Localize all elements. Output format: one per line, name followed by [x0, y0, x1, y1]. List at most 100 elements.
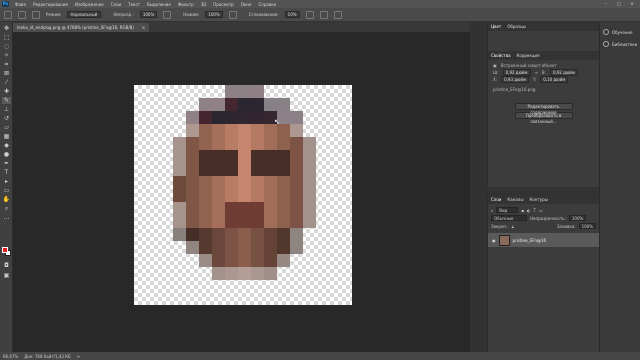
menu-item-edit[interactable]: Редактирование	[33, 2, 68, 7]
photoshop-logo-icon: Ps	[2, 1, 9, 7]
face-pixel	[199, 150, 212, 163]
brush-settings-icon[interactable]	[32, 10, 40, 19]
filter-type-icon[interactable]: T	[533, 208, 535, 213]
tab-color[interactable]: Цвет	[491, 24, 501, 29]
healing-brush-tool-icon[interactable]: ✚	[2, 88, 11, 95]
screen-mode-icon[interactable]: ▣	[2, 272, 11, 279]
foreground-color-swatch[interactable]	[2, 247, 8, 253]
visibility-eye-icon[interactable]: ◉	[492, 238, 496, 243]
lock-icon[interactable]: 🔒︎	[512, 224, 514, 229]
learn-panel-button[interactable]: Обучение	[600, 26, 640, 38]
eraser-tool-icon[interactable]: ▱	[2, 124, 11, 131]
tab-layers[interactable]: Слои	[491, 197, 501, 202]
gear-icon[interactable]	[305, 10, 314, 19]
tab-swatches[interactable]: Образцы	[507, 24, 526, 29]
face-pixel	[264, 176, 277, 189]
document-canvas[interactable]	[134, 85, 352, 305]
close-tab-icon[interactable]: ×	[142, 23, 145, 32]
face-pixel	[277, 176, 290, 189]
angle-icon[interactable]	[319, 10, 328, 19]
menu-item-image[interactable]: Изображение	[75, 2, 104, 7]
height-field[interactable]: 0,92 дюйм	[550, 69, 578, 76]
smoothing-field[interactable]: 10%	[284, 11, 300, 18]
frame-tool-icon[interactable]: ⊠	[2, 70, 11, 77]
zoom-level[interactable]: 66,67%	[3, 354, 18, 359]
tab-properties[interactable]: Свойства	[491, 53, 511, 58]
move-tool-icon[interactable]: ✥	[2, 25, 11, 32]
eyedropper-tool-icon[interactable]: ⁄	[2, 79, 11, 86]
face-pixel	[264, 163, 277, 176]
symmetry-icon[interactable]	[333, 10, 342, 19]
maximize-icon[interactable]: □	[613, 0, 625, 8]
magic-wand-tool-icon[interactable]: ✧	[2, 52, 11, 59]
clone-stamp-tool-icon[interactable]: ⊥	[2, 106, 11, 113]
menu-item-help[interactable]: Справка	[258, 2, 276, 7]
more-tools-icon[interactable]: …	[2, 214, 11, 221]
face-pixel	[225, 176, 238, 189]
quick-mask-icon[interactable]: ◘	[2, 262, 11, 269]
face-pixel	[290, 176, 303, 189]
minimize-icon[interactable]: –	[600, 0, 612, 8]
layer-row[interactable]: ◉ pristine_SFn@16	[488, 233, 599, 247]
filter-shape-icon[interactable]: ▭	[539, 208, 543, 213]
menu-item-view[interactable]: Просмотр	[213, 2, 234, 7]
brush-preset-icon[interactable]	[18, 10, 26, 19]
airbrush-icon[interactable]	[228, 10, 237, 19]
tab-channels[interactable]: Каналы	[507, 197, 523, 202]
close-window-icon[interactable]: ×	[626, 0, 638, 8]
crop-tool-icon[interactable]: ⌗	[2, 61, 11, 68]
menu-item-window[interactable]: Окно	[241, 2, 252, 7]
layer-name: pristine_SFn@16	[512, 237, 547, 243]
marquee-tool-icon[interactable]: ⬚	[2, 34, 11, 41]
face-pixel	[199, 163, 212, 176]
y-field[interactable]: 0,10 дюйм	[540, 76, 569, 83]
link-icon[interactable]: ∞	[535, 70, 538, 75]
type-tool-icon[interactable]: T	[2, 169, 11, 176]
face-pixel	[199, 176, 212, 189]
menu-item-text[interactable]: Текст	[128, 2, 140, 7]
tab-adjustments[interactable]: Коррекция	[517, 53, 540, 58]
shape-tool-icon[interactable]: ▭	[2, 187, 11, 194]
convert-to-linked-button[interactable]: Преобразовать в связанный...	[514, 112, 573, 124]
path-selection-tool-icon[interactable]: ▸	[2, 178, 11, 185]
face-pixel	[212, 137, 225, 150]
blur-tool-icon[interactable]: ◆	[2, 142, 11, 149]
history-brush-tool-icon[interactable]: ↺	[2, 115, 11, 122]
layer-kind-select[interactable]: Вид	[496, 207, 519, 213]
opacity-field[interactable]: 100%	[139, 11, 158, 18]
face-pixel	[303, 202, 316, 215]
menu-item-select[interactable]: Выделение	[147, 2, 171, 7]
zoom-tool-icon[interactable]: ⌕	[2, 205, 11, 212]
filter-adjust-icon[interactable]: ◐	[527, 208, 531, 213]
document-tab[interactable]: lenka_id_endylog.png @ 4768% (pristine_S…	[13, 23, 150, 32]
menu-item-3d[interactable]: 3D	[201, 2, 207, 7]
brush-tool-icon[interactable]	[4, 10, 12, 19]
tab-paths[interactable]: Контуры	[529, 197, 547, 202]
width-field[interactable]: 0,92 дюйм	[502, 69, 531, 76]
x-field[interactable]: 0,93 дюйм	[501, 76, 530, 83]
fill-field[interactable]: 100%	[578, 223, 596, 229]
smart-object-icon: ▣	[493, 63, 497, 68]
menu-item-filter[interactable]: Фильтр	[178, 2, 194, 7]
menu-item-file[interactable]: Файл	[15, 2, 26, 7]
blend-mode-select[interactable]: Обычные	[491, 215, 527, 221]
face-pixel	[199, 137, 212, 150]
status-arrow-icon[interactable]: >	[77, 354, 80, 359]
brush-tool-icon[interactable]: ✎	[2, 97, 11, 104]
lasso-tool-icon[interactable]: ◌	[2, 43, 11, 50]
flow-field[interactable]: 100%	[205, 11, 223, 18]
filter-pixel-icon[interactable]: ▪	[521, 208, 524, 213]
pressure-opacity-icon[interactable]	[163, 10, 172, 19]
layer-opacity-field[interactable]: 100%	[568, 215, 587, 221]
libraries-panel-button[interactable]: Библиотеки	[600, 38, 640, 50]
hand-tool-icon[interactable]: ✋	[2, 196, 11, 203]
mode-select[interactable]: Нормальный	[67, 11, 102, 18]
gradient-tool-icon[interactable]: ▦	[2, 133, 11, 140]
menu-item-layers[interactable]: Слои	[111, 2, 121, 7]
face-pixel	[251, 163, 264, 176]
dodge-tool-icon[interactable]: ●	[2, 151, 11, 158]
smart-object-row: ▣ Встроенный смарт-объект	[488, 62, 599, 69]
pen-tool-icon[interactable]: ✒	[2, 160, 11, 167]
edit-contents-button[interactable]: Редактировать содержимое	[514, 103, 573, 115]
face-pixel	[277, 241, 290, 254]
